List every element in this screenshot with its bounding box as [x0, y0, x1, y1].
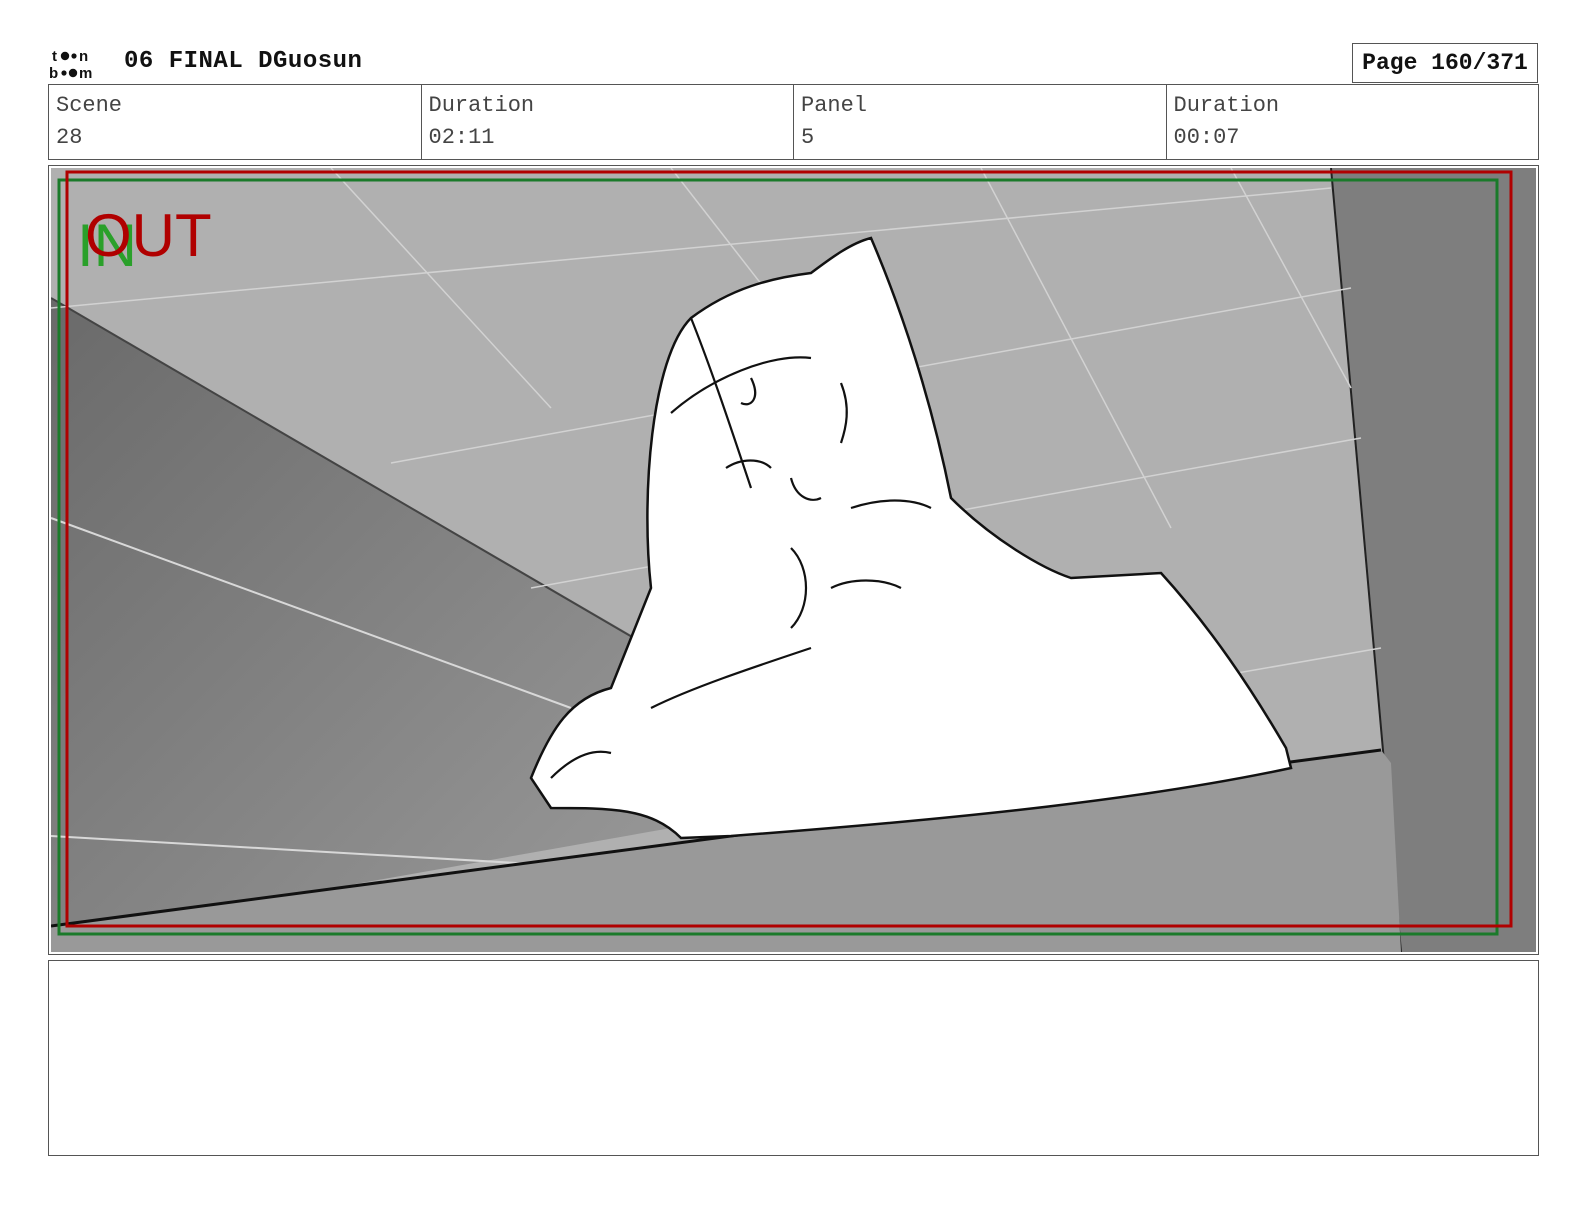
scene-label: Scene — [56, 93, 123, 118]
panel-drawing: IN OUT — [51, 168, 1536, 952]
svg-text:m: m — [79, 65, 92, 81]
notes-box — [48, 960, 1539, 1156]
panel-cell: Panel 5 — [794, 85, 1167, 159]
out-marker: OUT — [85, 202, 212, 269]
scene-duration-cell: Duration 02:11 — [422, 85, 794, 159]
scene-value: 28 — [56, 125, 83, 150]
svg-text:b: b — [49, 65, 58, 81]
svg-text:t: t — [52, 48, 57, 65]
scene-duration-label: Duration — [428, 93, 535, 118]
toonboom-logo: t n b m — [48, 47, 106, 82]
scene-duration-value: 02:11 — [428, 125, 495, 150]
document-title: 06 FINAL DGuosun — [124, 48, 363, 75]
panel-duration-cell: Duration 00:07 — [1167, 85, 1539, 159]
panel-duration-label: Duration — [1173, 93, 1280, 118]
page-counter: Page 160/371 — [1352, 43, 1538, 83]
svg-text:n: n — [79, 48, 88, 65]
scene-info-table: Scene 28 Duration 02:11 Panel 5 Duration… — [48, 84, 1539, 160]
panel-label: Panel — [801, 93, 868, 118]
panel-value: 5 — [801, 125, 815, 150]
scene-cell: Scene 28 — [49, 85, 422, 159]
panel-duration-value: 00:07 — [1173, 125, 1240, 150]
storyboard-panel: IN OUT — [48, 165, 1539, 955]
